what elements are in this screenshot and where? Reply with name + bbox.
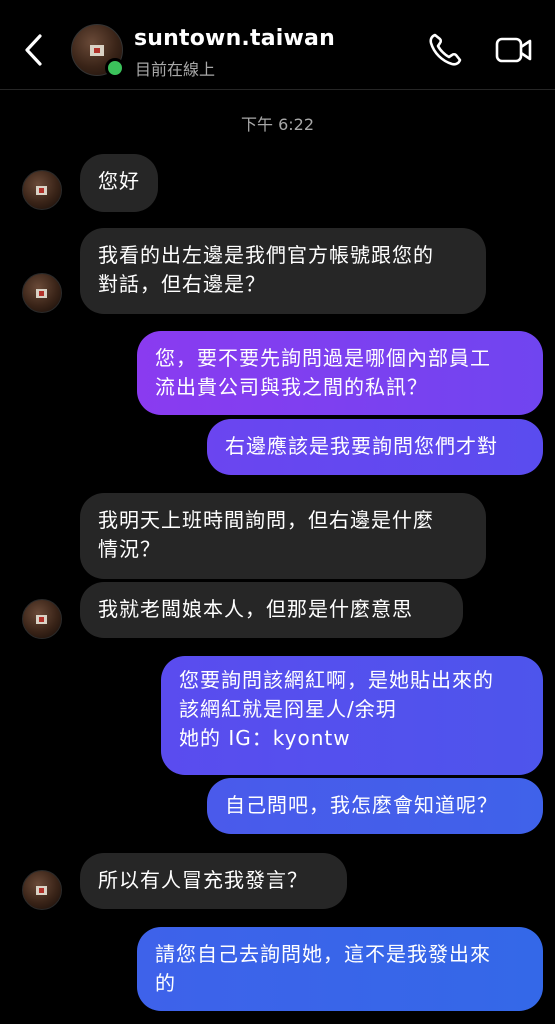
outgoing-message-bubble[interactable]: 您，要不要先詢問過是哪個內部員工 流出貴公司與我之間的私訊？	[137, 331, 543, 415]
phone-icon[interactable]	[425, 30, 465, 70]
message-timestamp: 下午 6:22	[240, 115, 315, 134]
outgoing-message-bubble[interactable]: 自己問吧，我怎麼會知道呢？	[207, 778, 543, 834]
video-camera-icon[interactable]	[494, 30, 534, 70]
outgoing-message-bubble[interactable]: 您要詢問該網紅啊，是她貼出來的 該網紅就是冏星人/余玥 她的 IG：kyontw	[161, 656, 543, 775]
back-chevron-icon[interactable]	[18, 30, 48, 70]
sender-avatar[interactable]	[22, 170, 62, 210]
incoming-message-bubble[interactable]: 所以有人冒充我發言？	[80, 853, 347, 909]
chat-header: suntown.taiwan 目前在線上	[0, 0, 555, 90]
incoming-message-bubble[interactable]: 我就老闆娘本人，但那是什麼意思	[80, 582, 463, 638]
sender-avatar[interactable]	[22, 870, 62, 910]
incoming-message-bubble[interactable]: 我明天上班時間詢問，但右邊是什麼 情況？	[80, 493, 486, 579]
contact-status: 目前在線上	[135, 60, 216, 79]
incoming-message-bubble[interactable]: 我看的出左邊是我們官方帳號跟您的 對話，但右邊是？	[80, 228, 486, 314]
sender-avatar[interactable]	[22, 599, 62, 639]
sender-avatar[interactable]	[22, 273, 62, 313]
online-status-dot	[105, 58, 125, 78]
contact-username[interactable]: suntown.taiwan	[134, 26, 335, 51]
incoming-message-bubble[interactable]: 您好	[80, 154, 158, 212]
outgoing-message-bubble[interactable]: 請您自己去詢問她，這不是我發出來 的	[137, 927, 543, 1011]
outgoing-message-bubble[interactable]: 右邊應該是我要詢問您們才對	[207, 419, 543, 475]
